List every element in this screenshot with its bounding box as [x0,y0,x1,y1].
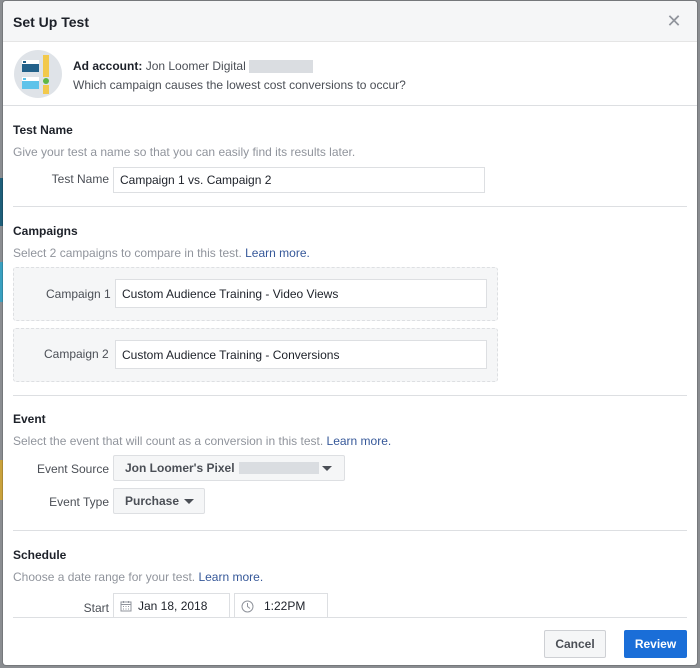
cancel-button[interactable]: Cancel [544,630,606,658]
ad-account-name: Jon Loomer Digital [145,59,246,73]
start-label: Start [83,601,109,615]
split-test-illustration-icon [14,50,62,98]
clock-icon [241,600,254,612]
event-section: Event Select the event that will count a… [13,396,687,531]
ad-account-label: Ad account: [73,59,143,73]
redacted-pixel-id [238,462,319,474]
campaigns-description-text: Select 2 campaigns to compare in this te… [13,246,242,260]
event-description: Select the event that will count as a co… [13,434,391,448]
start-time-value: 1:22PM [264,599,306,613]
schedule-title: Schedule [13,548,67,562]
campaigns-title: Campaigns [13,224,78,238]
review-button[interactable]: Review [624,630,687,658]
dialog-footer: Cancel Review [13,617,687,665]
start-date-value: Jan 18, 2018 [138,599,208,613]
event-type-dropdown[interactable]: Purchase [113,488,205,514]
test-question: Which campaign causes the lowest cost co… [73,78,406,92]
schedule-description: Choose a date range for your test. Learn… [13,570,263,584]
test-name-description: Give your test a name so that you can ea… [13,145,356,159]
calendar-icon [120,601,132,612]
close-icon[interactable]: ✕ [666,12,682,30]
campaigns-description: Select 2 campaigns to compare in this te… [13,246,310,260]
ad-account-line: Ad account: Jon Loomer Digital [73,59,314,74]
chevron-down-icon [184,499,194,504]
campaign-2-input[interactable]: Custom Audience Training - Conversions [115,340,487,369]
campaigns-learn-more-link[interactable]: Learn more. [245,246,310,260]
event-title: Event [13,412,46,426]
intro-section: Ad account: Jon Loomer Digital Which cam… [3,42,697,106]
event-description-text: Select the event that will count as a co… [13,434,324,448]
event-learn-more-link[interactable]: Learn more. [327,434,392,448]
schedule-section: Schedule Choose a date range for your te… [13,531,687,621]
test-name-title: Test Name [13,123,73,137]
test-name-field-label: Test Name [51,172,109,186]
campaign-1-box: Campaign 1 Custom Audience Training - Vi… [13,267,498,321]
campaigns-section: Campaigns Select 2 campaigns to compare … [13,207,687,396]
schedule-description-text: Choose a date range for your test. [13,570,196,584]
redacted-account-id [249,60,314,74]
set-up-test-dialog: Set Up Test ✕ Ad account: Jon Loomer Dig… [3,1,697,665]
start-time-input[interactable]: 1:22PM [234,593,328,619]
start-date-input[interactable]: Jan 18, 2018 [113,593,230,619]
campaign-1-label: Campaign 1 [46,287,111,301]
dialog-header: Set Up Test ✕ [3,1,697,42]
schedule-learn-more-link[interactable]: Learn more. [198,570,263,584]
event-source-dropdown[interactable]: Jon Loomer's Pixel [113,455,345,481]
test-name-section: Test Name Give your test a name so that … [13,106,687,207]
campaign-2-box: Campaign 2 Custom Audience Training - Co… [13,328,498,382]
chevron-down-icon [322,466,332,471]
event-source-value: Jon Loomer's Pixel [125,461,235,475]
campaign-1-input[interactable]: Custom Audience Training - Video Views [115,279,487,308]
campaign-2-label: Campaign 2 [44,347,109,361]
event-source-label: Event Source [36,462,109,476]
test-name-input[interactable]: Campaign 1 vs. Campaign 2 [113,167,485,193]
dialog-title: Set Up Test [13,14,89,30]
event-type-value: Purchase [125,494,180,508]
event-type-label: Event Type [49,495,109,509]
